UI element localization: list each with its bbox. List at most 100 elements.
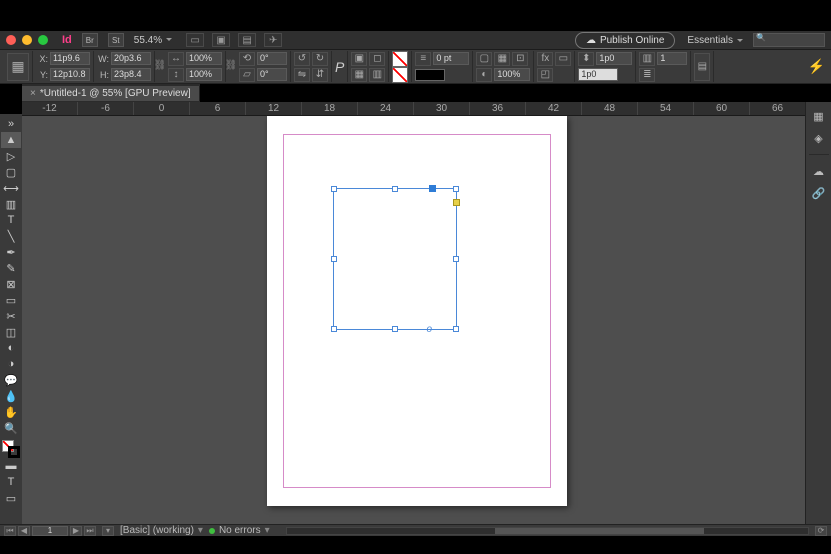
- resize-handle-tm[interactable]: [392, 186, 398, 192]
- screen-mode-button[interactable]: ▭: [1, 490, 21, 506]
- document-canvas[interactable]: o: [22, 116, 805, 524]
- fill-stroke-proxy[interactable]: [2, 440, 20, 458]
- open-nav-button[interactable]: ▾: [102, 526, 114, 536]
- stroke-swatch-none[interactable]: [392, 67, 408, 83]
- window-minimize-button[interactable]: [22, 35, 32, 45]
- rectangle-frame-tool[interactable]: ⊠: [1, 276, 21, 292]
- corner-options-button[interactable]: ◰: [537, 68, 553, 82]
- y-field[interactable]: 12p10.8: [50, 68, 90, 81]
- rotate-ccw-button[interactable]: ↺: [294, 52, 310, 66]
- direct-selection-tool[interactable]: ▷: [1, 148, 21, 164]
- resize-handle-br[interactable]: [453, 326, 459, 332]
- gradient-swatch-tool[interactable]: ◐: [1, 340, 21, 356]
- view-options-icon[interactable]: ▭: [186, 33, 204, 47]
- page-tool[interactable]: ▢: [1, 164, 21, 180]
- auto-fit-button[interactable]: ▢: [476, 52, 492, 66]
- pencil-tool[interactable]: ✎: [1, 260, 21, 276]
- quick-apply-icon[interactable]: ⚡: [808, 58, 825, 75]
- content-grabber-icon[interactable]: [453, 199, 460, 206]
- flip-h-button[interactable]: ⇋: [294, 68, 310, 82]
- shear-field[interactable]: 0°: [257, 68, 287, 81]
- resize-handle-bl[interactable]: [331, 326, 337, 332]
- constrain-wh-icon[interactable]: ⛓: [155, 51, 165, 79]
- active-layer-label[interactable]: [Basic] (working) ▾: [120, 525, 203, 536]
- document-tab[interactable]: × *Untitled-1 @ 55% [GPU Preview]: [22, 86, 200, 101]
- fit-content-button[interactable]: ▦: [351, 68, 367, 82]
- selected-frame[interactable]: o: [333, 188, 457, 330]
- scale-x-field[interactable]: 100%: [186, 52, 222, 65]
- window-close-button[interactable]: [6, 35, 16, 45]
- pages-panel-icon[interactable]: ◈: [810, 130, 828, 146]
- next-spread-button[interactable]: ▶: [70, 526, 82, 536]
- fx-button[interactable]: fx: [537, 52, 553, 66]
- last-spread-button[interactable]: ⏭: [84, 526, 96, 536]
- resize-handle-mr[interactable]: [453, 256, 459, 262]
- gradient-feather-tool[interactable]: ◑: [1, 356, 21, 372]
- pen-tool[interactable]: ✒: [1, 244, 21, 260]
- gpu-icon[interactable]: ✈: [264, 33, 282, 47]
- stroke-style-swatch[interactable]: [415, 69, 445, 81]
- content-collector-tool[interactable]: ▥: [1, 196, 21, 212]
- fit-frame-button[interactable]: ▥: [369, 68, 385, 82]
- fill-swatch[interactable]: [392, 51, 408, 67]
- page[interactable]: o: [267, 116, 567, 506]
- select-container-button[interactable]: ▣: [351, 52, 367, 66]
- prev-spread-button[interactable]: ◀: [18, 526, 30, 536]
- preflight-status[interactable]: No errors ▾: [209, 525, 270, 536]
- align-panel-button[interactable]: ▤: [694, 53, 710, 81]
- w-field[interactable]: 20p3.6: [111, 52, 151, 65]
- sync-settings-icon[interactable]: ⟳: [815, 526, 827, 536]
- zoom-level[interactable]: 55.4%: [134, 35, 172, 46]
- window-zoom-button[interactable]: [38, 35, 48, 45]
- rotate-field[interactable]: 0°: [257, 52, 287, 65]
- columns-field[interactable]: 1: [657, 52, 687, 65]
- reference-point-proxy[interactable]: ▦: [7, 53, 29, 81]
- stroke-weight-field[interactable]: 0 pt: [433, 52, 469, 65]
- free-transform-tool[interactable]: ◫: [1, 324, 21, 340]
- x-field[interactable]: 11p9.6: [50, 52, 90, 65]
- horizontal-ruler[interactable]: -12-60612182430364248546066727884: [22, 102, 805, 116]
- scale-y-field[interactable]: 100%: [186, 68, 222, 81]
- cc-libraries-icon[interactable]: ☁: [810, 163, 828, 179]
- scrollbar-thumb[interactable]: [495, 528, 704, 534]
- balance-columns-button[interactable]: ≣: [639, 68, 655, 82]
- resize-handle-bm[interactable]: [392, 326, 398, 332]
- selection-tool[interactable]: ▲: [1, 132, 21, 148]
- bridge-button[interactable]: Br: [82, 33, 98, 47]
- center-content-button[interactable]: ⊡: [512, 52, 528, 66]
- links-panel-icon[interactable]: 🔗: [810, 185, 828, 201]
- resize-handle-ml[interactable]: [331, 256, 337, 262]
- resize-handle-tr[interactable]: [453, 186, 459, 192]
- gap-v-field[interactable]: 1p0: [596, 52, 632, 65]
- type-tool[interactable]: T: [1, 212, 21, 228]
- h-field[interactable]: 23p8.4: [111, 68, 151, 81]
- horizontal-scrollbar[interactable]: [286, 527, 809, 535]
- opacity-field[interactable]: 100%: [494, 68, 530, 81]
- line-tool[interactable]: ╲: [1, 228, 21, 244]
- formatting-container-button[interactable]: T: [1, 474, 21, 490]
- gap-tool[interactable]: ⟷: [1, 180, 21, 196]
- hand-tool[interactable]: ✋: [1, 404, 21, 420]
- tab-close-icon[interactable]: ×: [30, 88, 36, 99]
- fill-frame-button[interactable]: ▦: [494, 52, 510, 66]
- clear-transform-icon[interactable]: P: [335, 59, 344, 75]
- page-field[interactable]: 1: [32, 526, 68, 536]
- publish-online-button[interactable]: Publish Online: [575, 32, 675, 49]
- flip-v-button[interactable]: ⇵: [312, 68, 328, 82]
- expand-panel-icon[interactable]: »: [1, 116, 21, 132]
- workspace-switcher[interactable]: Essentials: [687, 35, 743, 46]
- resize-handle-tl[interactable]: [331, 186, 337, 192]
- text-wrap-none-button[interactable]: ▭: [555, 52, 571, 66]
- note-tool[interactable]: 💬: [1, 372, 21, 388]
- rotate-cw-button[interactable]: ↻: [312, 52, 328, 66]
- scissors-tool[interactable]: ✂: [1, 308, 21, 324]
- frame-outport-icon[interactable]: o: [426, 324, 432, 335]
- zoom-tool[interactable]: 🔍: [1, 420, 21, 436]
- rectangle-tool[interactable]: ▭: [1, 292, 21, 308]
- search-input[interactable]: [753, 33, 825, 47]
- apply-color-button[interactable]: ▬: [1, 458, 21, 474]
- gap-h-field[interactable]: 1p0: [578, 68, 618, 81]
- frame-inport-icon[interactable]: [429, 185, 436, 192]
- first-spread-button[interactable]: ⏮: [4, 526, 16, 536]
- arrange-icon[interactable]: ▤: [238, 33, 256, 47]
